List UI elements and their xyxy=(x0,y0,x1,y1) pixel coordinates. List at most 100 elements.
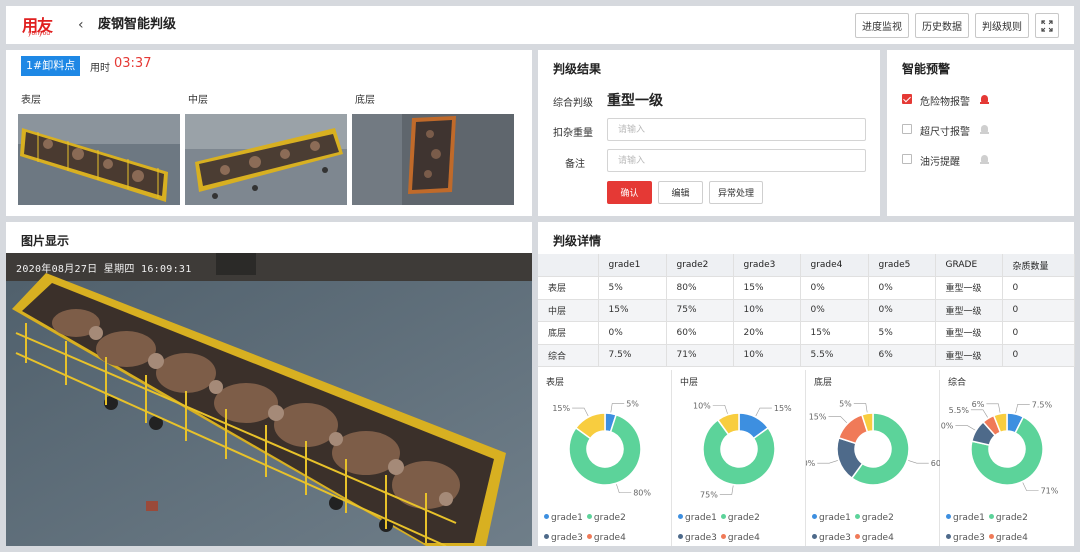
legend-item-grade3[interactable]: grade3 xyxy=(812,532,851,545)
history-data-button[interactable]: 历史数据 xyxy=(915,13,969,38)
legend-label: grade1 xyxy=(685,513,717,523)
leader-line xyxy=(1015,403,1030,414)
legend-dot-icon xyxy=(946,514,951,519)
table-cell: 7.5% xyxy=(598,344,667,367)
data-label: 15% xyxy=(552,404,570,413)
legend-item-grade4[interactable]: grade4 xyxy=(586,532,626,545)
legend-item-grade2[interactable]: grade2 xyxy=(586,512,626,525)
table-cell: 60% xyxy=(666,321,734,345)
legend-label: grade2 xyxy=(727,513,760,523)
legend-item-grade4[interactable]: grade4 xyxy=(720,532,760,545)
leader-line xyxy=(970,409,988,418)
column-header: grade5 xyxy=(868,254,936,277)
thumbnail-bottom-layer[interactable] xyxy=(352,114,514,205)
data-label: 60% xyxy=(931,459,940,468)
legend-label: grade3 xyxy=(685,533,717,543)
table-cell: 底层 xyxy=(538,321,599,345)
confirm-button[interactable]: 确认 xyxy=(607,181,652,204)
deduct-weight-label: 扣杂重量 xyxy=(553,128,593,139)
leader-line xyxy=(712,404,728,414)
fullscreen-button[interactable] xyxy=(1035,13,1059,38)
legend-item-grade1[interactable]: grade1 xyxy=(678,512,717,525)
table-cell: 0% xyxy=(800,276,869,300)
table-cell: 0 xyxy=(1002,276,1075,300)
data-label: 7.5% xyxy=(1032,400,1053,409)
alert-item-oil[interactable]: 油污提醒 xyxy=(902,152,1062,168)
legend-item-grade4[interactable]: grade4 xyxy=(854,532,894,545)
checkbox[interactable] xyxy=(902,94,912,104)
legend-label: grade3 xyxy=(551,533,583,543)
table-cell: 15% xyxy=(598,299,667,322)
grading-rules-button[interactable]: 判级规则 xyxy=(975,13,1029,38)
table-header-row: grade1 grade2 grade3 grade4 grade5 GRADE… xyxy=(538,254,1075,277)
legend-dot-icon xyxy=(854,534,860,539)
legend-item-grade3[interactable]: grade3 xyxy=(946,532,985,545)
column-header: grade2 xyxy=(666,254,734,277)
table-row: 综合 7.5% 71% 10% 5.5% 6% 重型一级 0 xyxy=(538,344,1075,367)
back-chevron-icon[interactable]: ‹ xyxy=(78,16,92,34)
panel-title: 判级结果 xyxy=(553,62,602,76)
legend-item-grade1[interactable]: grade1 xyxy=(946,512,985,525)
smart-alert-panel: 智能预警 危险物报警 超尺寸报警 油污提醒 xyxy=(887,50,1074,216)
thumbnail-middle-layer[interactable] xyxy=(185,114,347,205)
thumbnail-top-layer[interactable] xyxy=(18,114,180,205)
leader-line xyxy=(572,407,589,417)
legend-dot-icon xyxy=(678,514,683,519)
exception-handling-button[interactable]: 异常处理 xyxy=(709,181,763,204)
leader-line xyxy=(908,460,929,464)
legend-item-grade2[interactable]: grade2 xyxy=(854,512,894,525)
legend-item-grade4[interactable]: grade4 xyxy=(988,532,1028,545)
pie-chart-bottom-layer: 60%20%15%5% 底层 grade1grade2grade3grade4g… xyxy=(806,370,940,546)
table-cell: 15% xyxy=(733,276,801,300)
column-header: 杂质数量 xyxy=(1002,254,1075,277)
chart-legend: grade1grade2grade3grade4grade5 xyxy=(678,505,804,552)
checkbox[interactable] xyxy=(902,154,912,164)
photo-timestamp: 2020年08月27日 星期四 16:09:31 xyxy=(16,264,192,275)
data-label: 80% xyxy=(633,489,651,498)
panel-title: 图片显示 xyxy=(21,234,70,248)
page-title: 废钢智能判级 xyxy=(98,17,177,32)
pie-charts-row: 5% 80% 15% 表层 grade1 grade2 grade3 grade4 grad… xyxy=(538,370,1074,546)
legend-dot-icon xyxy=(586,514,592,519)
panel-title: 判级详情 xyxy=(553,234,602,248)
panel-title: 智能预警 xyxy=(902,62,951,76)
image-display-panel: 图片显示 2020年08月27日 星期四 16:09:31 xyxy=(6,222,532,546)
alert-item-hazard[interactable]: 危险物报警 xyxy=(902,92,1062,108)
table-cell: 综合 xyxy=(538,344,599,367)
data-label: 10% xyxy=(940,422,954,431)
legend-label: grade4 xyxy=(727,533,760,543)
legend-label: grade4 xyxy=(995,533,1028,543)
table-row: 表层 5% 80% 15% 0% 0% 重型一级 0 xyxy=(538,276,1075,300)
table-cell: 6% xyxy=(868,344,936,367)
chart-title: 综合 xyxy=(948,378,967,388)
legend-item-grade2[interactable]: grade2 xyxy=(720,512,760,525)
table-cell: 0 xyxy=(1002,321,1075,345)
table-cell: 5% xyxy=(868,321,936,345)
top-bar: 用友 yonyou ‹ 废钢智能判级 进度监视 历史数据 判级规则 xyxy=(6,6,1074,44)
table-cell: 75% xyxy=(666,299,734,322)
deduct-weight-input[interactable] xyxy=(607,118,866,141)
legend-item-grade1[interactable]: grade1 xyxy=(812,512,851,525)
chart-legend: grade1grade2grade3grade4grade5 xyxy=(812,505,938,552)
legend-item-grade3[interactable]: grade3 xyxy=(544,532,583,545)
grading-result-panel: 判级结果 综合判级 重型一级 扣杂重量 备注 确认 编辑 异常处理 xyxy=(538,50,880,216)
leader-line xyxy=(616,484,632,494)
alert-item-oversize[interactable]: 超尺寸报警 xyxy=(902,122,1062,138)
layer-label-middle: 中层 xyxy=(188,95,208,106)
legend-item-grade2[interactable]: grade2 xyxy=(988,512,1028,525)
unload-point-panel: 1#卸料点 用时 03:37 表层 中层 底层 xyxy=(6,50,532,216)
progress-monitor-button[interactable]: 进度监视 xyxy=(855,13,909,38)
leader-line xyxy=(828,416,848,424)
note-input[interactable] xyxy=(607,149,866,172)
legend-label: grade4 xyxy=(861,533,894,543)
legend-item-grade3[interactable]: grade3 xyxy=(678,532,717,545)
table-row: 中层 15% 75% 10% 0% 0% 重型一级 0 xyxy=(538,299,1075,322)
edit-button[interactable]: 编辑 xyxy=(658,181,703,204)
checkbox[interactable] xyxy=(902,124,912,134)
legend-item-grade1[interactable]: grade1 xyxy=(544,512,583,525)
overall-grade-label: 综合判级 xyxy=(553,98,593,109)
table-cell: 表层 xyxy=(538,276,599,300)
table-cell: 0% xyxy=(868,299,936,322)
column-header xyxy=(538,254,599,277)
truck-photo[interactable] xyxy=(6,253,532,546)
